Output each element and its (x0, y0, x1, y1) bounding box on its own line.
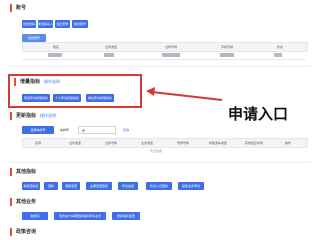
renewal-col-plate: 号牌号码 (177, 141, 190, 145)
renewal-col-ev-type: 新能源车类型 (209, 141, 228, 145)
renewal-col-id-number: 证件号码 (105, 141, 118, 145)
select-plate-button[interactable]: 选择车牌号 (22, 126, 54, 134)
out-of-province-button[interactable]: 外省人员更新 (146, 182, 172, 190)
renewal-instructions-link[interactable]: 操作说明 (40, 113, 56, 118)
query-button[interactable]: 查询 (120, 126, 132, 134)
no-data-text: 暂无数据 (150, 149, 163, 153)
new-energy-quota-button[interactable]: 新能源指标 (22, 182, 40, 190)
renewal-table-header: 名称 证件类型 证件号码 业务类型 号牌号码 新能源车类型 有效截至时间 操作 (22, 138, 308, 148)
renewal-section-title: 更新指标 操作说明 (10, 112, 56, 120)
renewal-col-name: 名称 (35, 141, 42, 145)
entry-annotation-label: 申请入口 (228, 105, 289, 123)
other-business-apply-button[interactable]: 其他业务申请 (178, 182, 204, 190)
other-business-section-title: 其他业务 (10, 198, 36, 206)
new-energy-business-button[interactable]: 新能源 (22, 212, 48, 220)
renewal-col-id-type: 证件类型 (69, 141, 82, 145)
update-quota-change-button[interactable]: 更新指标变更 (112, 212, 140, 220)
renewal-col-expiry: 有效截至时间 (245, 141, 264, 145)
spouse-change-button[interactable]: 夫妻变更更新 (86, 182, 112, 190)
policy-section-title: 政策咨询 (10, 228, 36, 236)
plate-input[interactable]: 粤 (78, 126, 116, 134)
adjust-change-button[interactable]: 调整变更 (62, 182, 80, 190)
renewal-col-action: 操作 (285, 141, 292, 145)
hybrid-vehicle-update-button[interactable]: 混合动力车辆更新指标申请业务 (54, 212, 106, 220)
page: 账号 修改密码 修改联系人 退出登录 我的账号 我的账号 姓名 证件类型 证件号… (0, 0, 320, 240)
divider (10, 162, 310, 163)
renewal-col-business-type: 业务类型 (141, 141, 154, 145)
plate-label: 车牌号 (60, 128, 70, 132)
update-button[interactable]: 更新 (44, 182, 58, 190)
other-quota-section-title: 其他指标 (10, 168, 36, 176)
judicial-auction-button[interactable]: 司法拍卖 (118, 182, 138, 190)
